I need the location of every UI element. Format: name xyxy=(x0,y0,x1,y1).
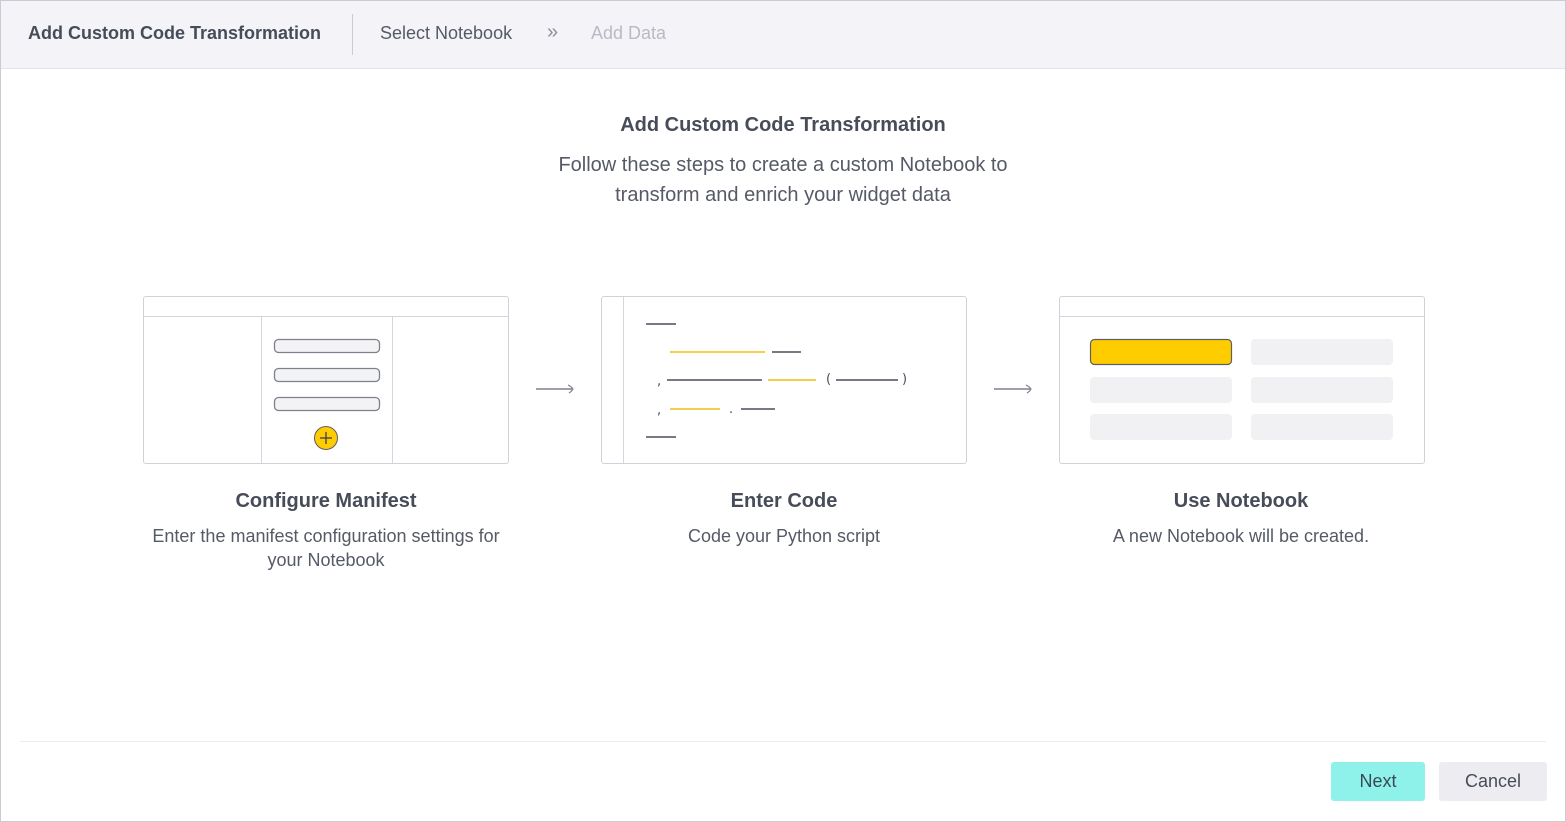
cancel-button[interactable]: Cancel xyxy=(1439,762,1547,801)
step-title-use-notebook: Use Notebook xyxy=(1173,490,1309,512)
step-title-enter-code: Enter Code xyxy=(730,490,838,512)
breadcrumb-select-notebook[interactable]: Select Notebook xyxy=(380,23,512,44)
breadcrumb-separator-icon: » xyxy=(547,21,559,43)
manifest-form-illustration xyxy=(143,296,509,464)
footer-divider xyxy=(20,741,1546,742)
arrow-right-icon xyxy=(994,384,1032,394)
next-button[interactable]: Next xyxy=(1331,762,1425,801)
svg-text:,: , xyxy=(657,374,661,389)
notebook-grid-illustration xyxy=(1059,296,1425,464)
dialog-title: Add Custom Code Transformation xyxy=(28,23,322,43)
step-title-configure-manifest: Configure Manifest xyxy=(235,490,417,512)
step-description-enter-code: Code your Python script xyxy=(687,526,881,546)
svg-text:,: , xyxy=(657,403,661,418)
svg-text:): ) xyxy=(902,372,907,387)
header-divider xyxy=(352,14,353,55)
step-description-use-notebook: A new Notebook will be created. xyxy=(1112,526,1370,546)
step-description-configure-manifest: Enter the manifest configuration setting… xyxy=(152,526,500,570)
svg-text:.: . xyxy=(729,402,733,417)
intro-title: Add Custom Code Transformation xyxy=(620,114,946,136)
breadcrumb-add-data: Add Data xyxy=(591,23,667,43)
svg-text:(: ( xyxy=(826,372,831,387)
code-editor-illustration: , ( ) , . xyxy=(601,296,967,464)
dialog-header: Add Custom Code Transformation Select No… xyxy=(1,1,1565,69)
arrow-right-icon xyxy=(536,384,574,394)
intro-subtitle: Follow these steps to create a custom No… xyxy=(558,154,1008,206)
